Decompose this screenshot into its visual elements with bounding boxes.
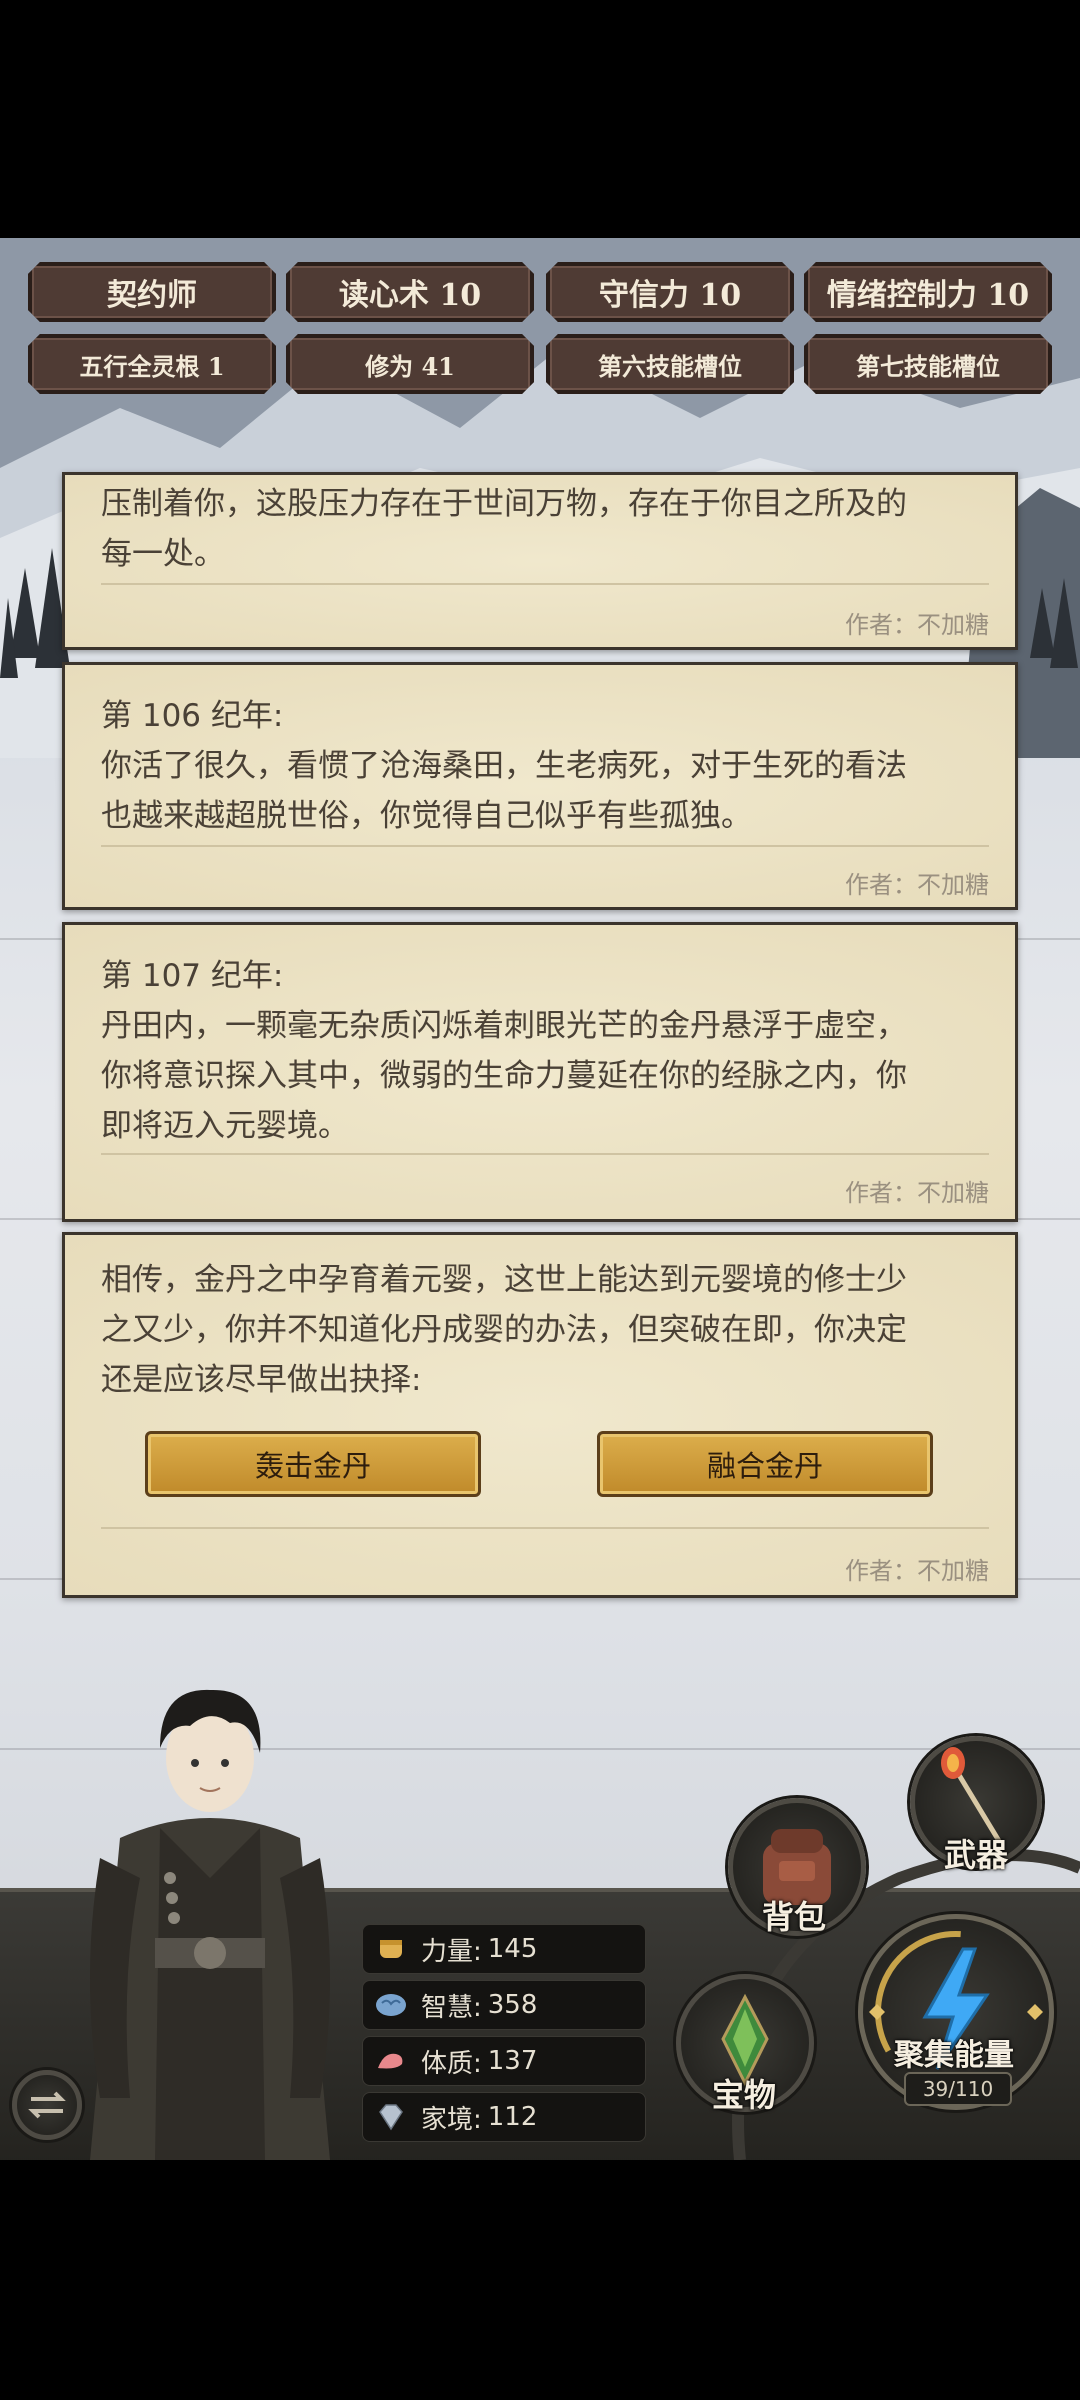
character-portrait — [90, 1689, 330, 2160]
switch-character-button[interactable] — [12, 2070, 82, 2140]
event-text: 压制着你，这股压力存在于世间万物，存在于你目之所及的 每一处。 — [101, 486, 907, 572]
event-card: 第 106 纪年: 你活了很久，看惯了沧海桑田，生老病死，对于生死的看法 也越来… — [62, 662, 1018, 910]
event-author: 作者：不加糖 — [845, 1557, 989, 1585]
skill-tag-five-elements[interactable]: 五行全灵根 1 — [28, 334, 276, 394]
stat-strength: 力量: 145 — [362, 1924, 646, 1974]
fist-icon — [371, 1929, 411, 1969]
skill-tag-contract-master[interactable]: 契约师 — [28, 262, 276, 322]
event-text: 第 106 纪年: 你活了很久，看惯了沧海桑田，生老病死，对于生死的看法 也越来… — [101, 698, 907, 834]
event-choice-card: 相传，金丹之中孕育着元婴，这世上能达到元婴境的修士少 之又少，你并不知道化丹成婴… — [62, 1232, 1018, 1598]
diamond-icon — [371, 2097, 411, 2137]
choice-button-merge-core[interactable]: 融合金丹 — [597, 1431, 933, 1497]
energy-counter: 39/110 — [904, 2072, 1012, 2106]
event-card: 压制着你，这股压力存在于世间万物，存在于你目之所及的 每一处。 作者：不加糖 — [62, 472, 1018, 650]
brain-icon — [371, 1985, 411, 2025]
stat-constitution: 体质: 137 — [362, 2036, 646, 2086]
weapon-label: 武器 — [944, 1836, 1009, 1874]
treasure-label: 宝物 — [712, 2076, 777, 2114]
event-text: 相传，金丹之中孕育着元婴，这世上能达到元婴境的修士少 之又少，你并不知道化丹成婴… — [101, 1262, 907, 1398]
event-author: 作者：不加糖 — [845, 611, 989, 639]
gather-energy-label: 聚集能量 — [894, 2038, 1014, 2073]
muscle-arm-icon — [371, 2041, 411, 2081]
stat-wisdom: 智慧: 358 — [362, 1980, 646, 2030]
event-author: 作者：不加糖 — [845, 871, 989, 899]
event-text: 第 107 纪年: 丹田内，一颗毫无杂质闪烁着刺眼光芒的金丹悬浮于虚空， 你将意… — [101, 958, 907, 1144]
backpack-label: 背包 — [762, 1898, 827, 1936]
stat-family: 家境: 112 — [362, 2092, 646, 2142]
skill-tag-trustworthiness[interactable]: 守信力 10 — [546, 262, 794, 322]
skill-tag-emotion-control[interactable]: 情绪控制力 10 — [804, 262, 1052, 322]
skill-slot-7[interactable]: 第七技能槽位 — [804, 334, 1052, 394]
skill-tag-mind-reading[interactable]: 读心术 10 — [286, 262, 534, 322]
event-card: 第 107 纪年: 丹田内，一颗毫无杂质闪烁着刺眼光芒的金丹悬浮于虚空， 你将意… — [62, 922, 1018, 1222]
swap-arrows-icon — [28, 2091, 66, 2119]
event-author: 作者：不加糖 — [845, 1179, 989, 1207]
skill-slot-6[interactable]: 第六技能槽位 — [546, 334, 794, 394]
game-screen: 契约师 读心术 10 守信力 10 情绪控制力 10 五行全灵根 1 修为 41… — [0, 238, 1080, 2160]
choice-button-attack-core[interactable]: 轰击金丹 — [145, 1431, 481, 1497]
skill-tag-cultivation[interactable]: 修为 41 — [286, 334, 534, 394]
